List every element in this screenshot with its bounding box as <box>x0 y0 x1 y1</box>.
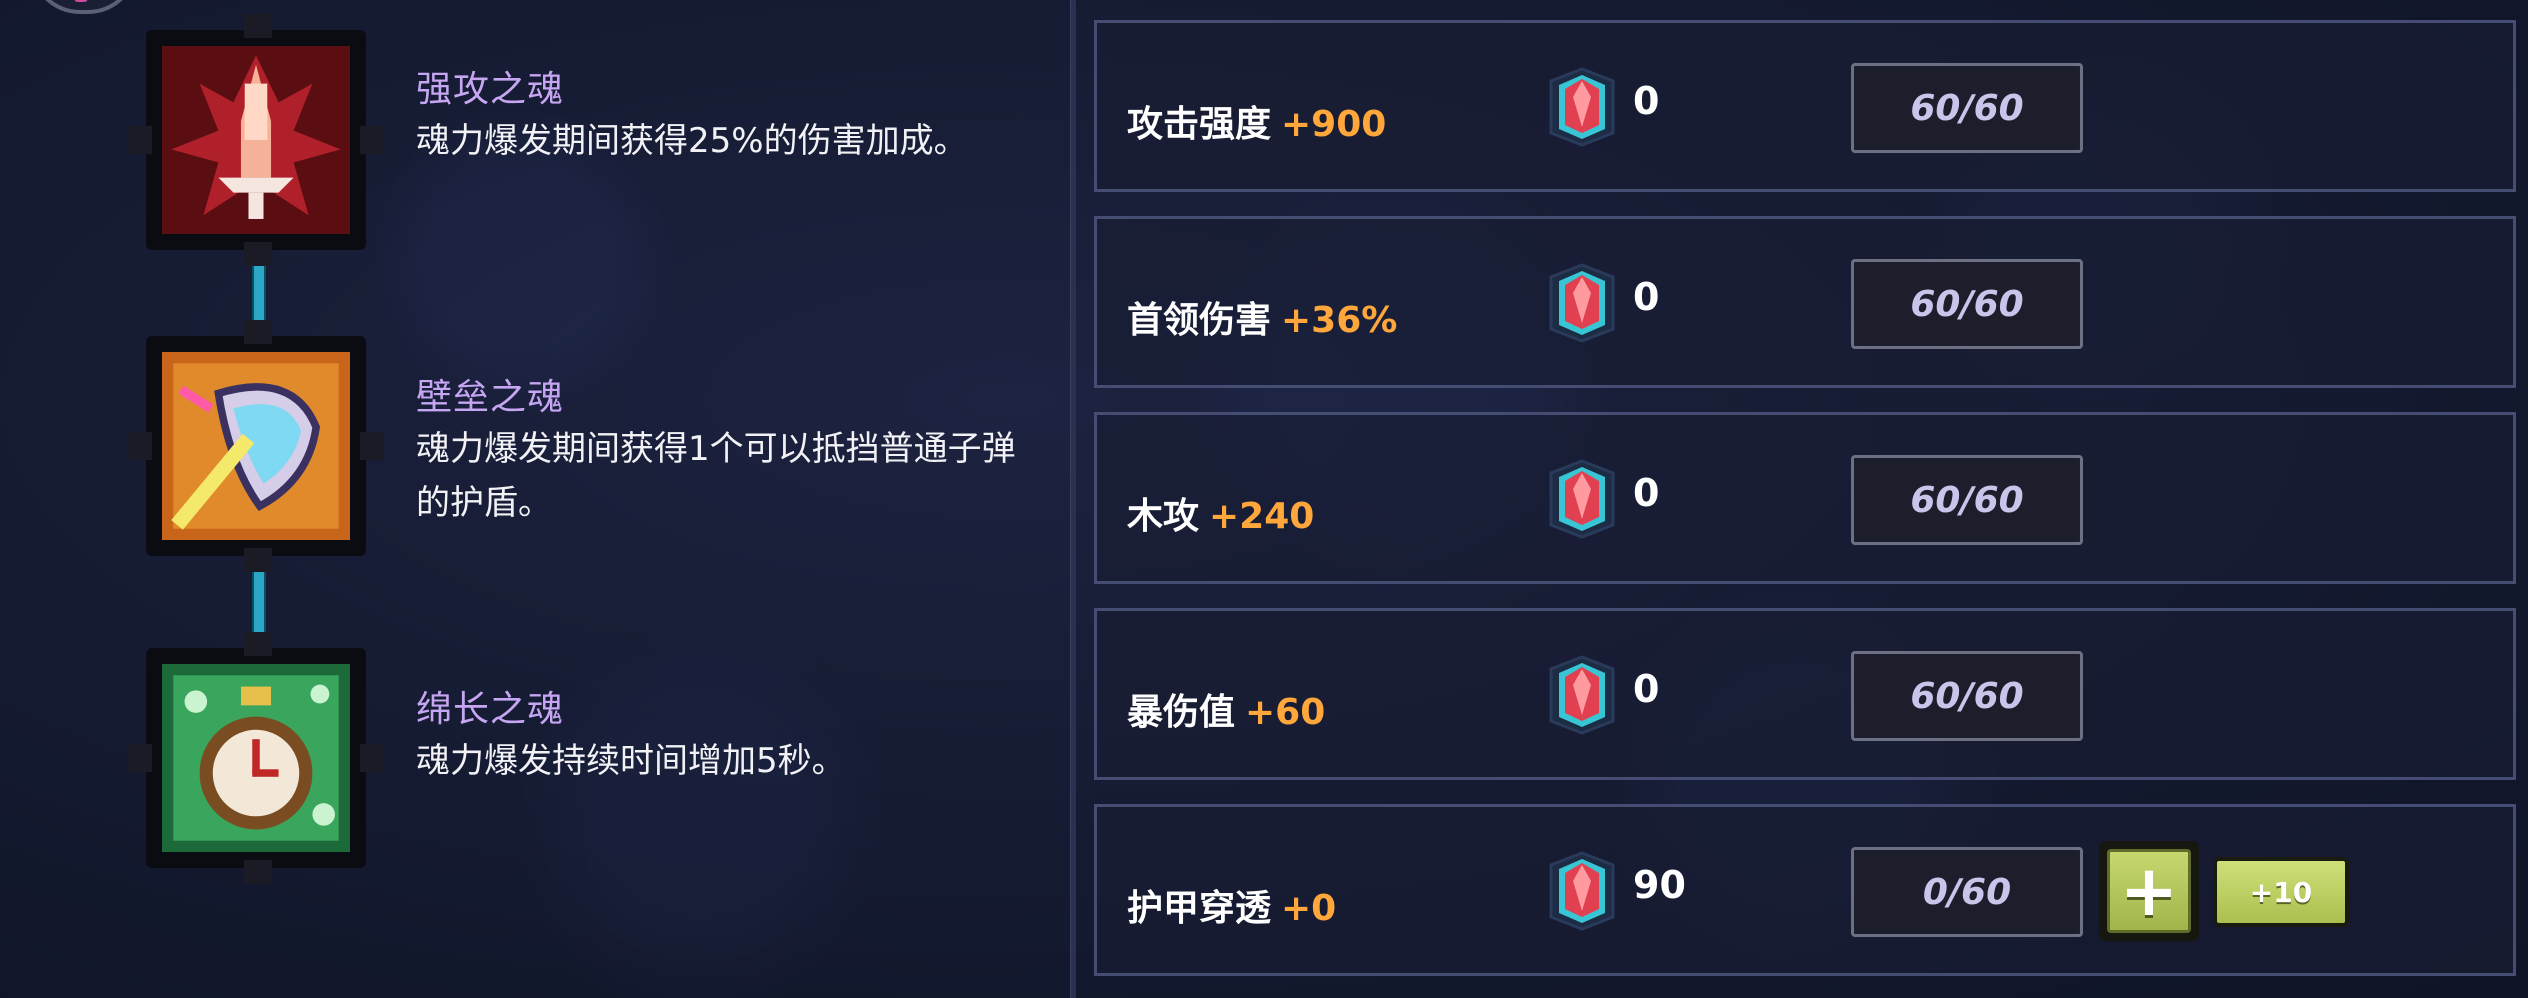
plus-icon: + <box>2107 849 2191 933</box>
soul-description: 魂力爆发期间获得1个可以抵挡普通子弹的护盾。 <box>416 429 1016 523</box>
red-sword-flame-icon <box>162 46 350 234</box>
gem-count: 0 <box>1633 471 1660 515</box>
stat-label: 首领伤害 +36% <box>1127 300 1398 341</box>
stat-progress: 60/60 <box>1851 455 2083 545</box>
gem-count: 0 <box>1633 667 1660 711</box>
stat-label: 暴伤值 +60 <box>1127 692 1326 733</box>
panel-divider <box>1070 0 1076 998</box>
soul-icon-frame[interactable] <box>128 14 384 266</box>
gem-icon <box>1549 67 1615 147</box>
stat-row-crit-damage: 暴伤值 +60 0 60/60 <box>1094 608 2516 780</box>
gem-icon <box>1549 851 1615 931</box>
stat-progress: 60/60 <box>1851 259 2083 349</box>
stat-progress: 0/60 <box>1851 847 2083 937</box>
stat-progress: 60/60 <box>1851 651 2083 741</box>
gem-count: 0 <box>1633 275 1660 319</box>
gem-icon <box>1549 459 1615 539</box>
stat-label: 攻击强度 +900 <box>1127 104 1387 145</box>
gem-icon <box>1549 655 1615 735</box>
soul-connector <box>252 562 266 636</box>
stat-row-wood-attack: 木攻 +240 0 60/60 <box>1094 412 2516 584</box>
stat-bonus: +0 <box>1281 888 1337 929</box>
soul-description: 魂力爆发持续时间增加5秒。 <box>416 741 846 781</box>
gem-count: 90 <box>1633 863 1686 907</box>
gem-icon <box>1549 263 1615 343</box>
stat-bonus: +60 <box>1245 692 1326 733</box>
soul-name: 绵长之魂 <box>416 689 565 730</box>
soul-icon-frame[interactable] <box>128 632 384 884</box>
stat-row-armor-penetration: 护甲穿透 +0 90 0/60 + +10 <box>1094 804 2516 976</box>
soul-icon-frame[interactable] <box>128 320 384 572</box>
soul-name: 壁垒之魂 <box>416 377 565 418</box>
stat-label: 木攻 +240 <box>1127 496 1315 537</box>
stat-progress: 60/60 <box>1851 63 2083 153</box>
gem-count: 0 <box>1633 79 1660 123</box>
stat-bonus: +900 <box>1281 104 1387 145</box>
stat-row-attack: 攻击强度 +900 0 60/60 <box>1094 20 2516 192</box>
stat-bonus: +36% <box>1281 300 1398 341</box>
stat-label: 护甲穿透 +0 <box>1127 888 1337 929</box>
add-point-button[interactable]: + <box>2099 841 2199 941</box>
soul-description: 魂力爆发期间获得25%的伤害加成。 <box>416 121 968 161</box>
top-ornament-icon <box>30 0 138 14</box>
stat-row-boss-damage: 首领伤害 +36% 0 60/60 <box>1094 216 2516 388</box>
soul-name: 强攻之魂 <box>416 69 565 110</box>
add-ten-points-button[interactable]: +10 <box>2213 857 2349 927</box>
orange-shield-sword-icon <box>162 352 350 540</box>
green-stopwatch-icon <box>162 664 350 852</box>
stat-bonus: +240 <box>1209 496 1315 537</box>
